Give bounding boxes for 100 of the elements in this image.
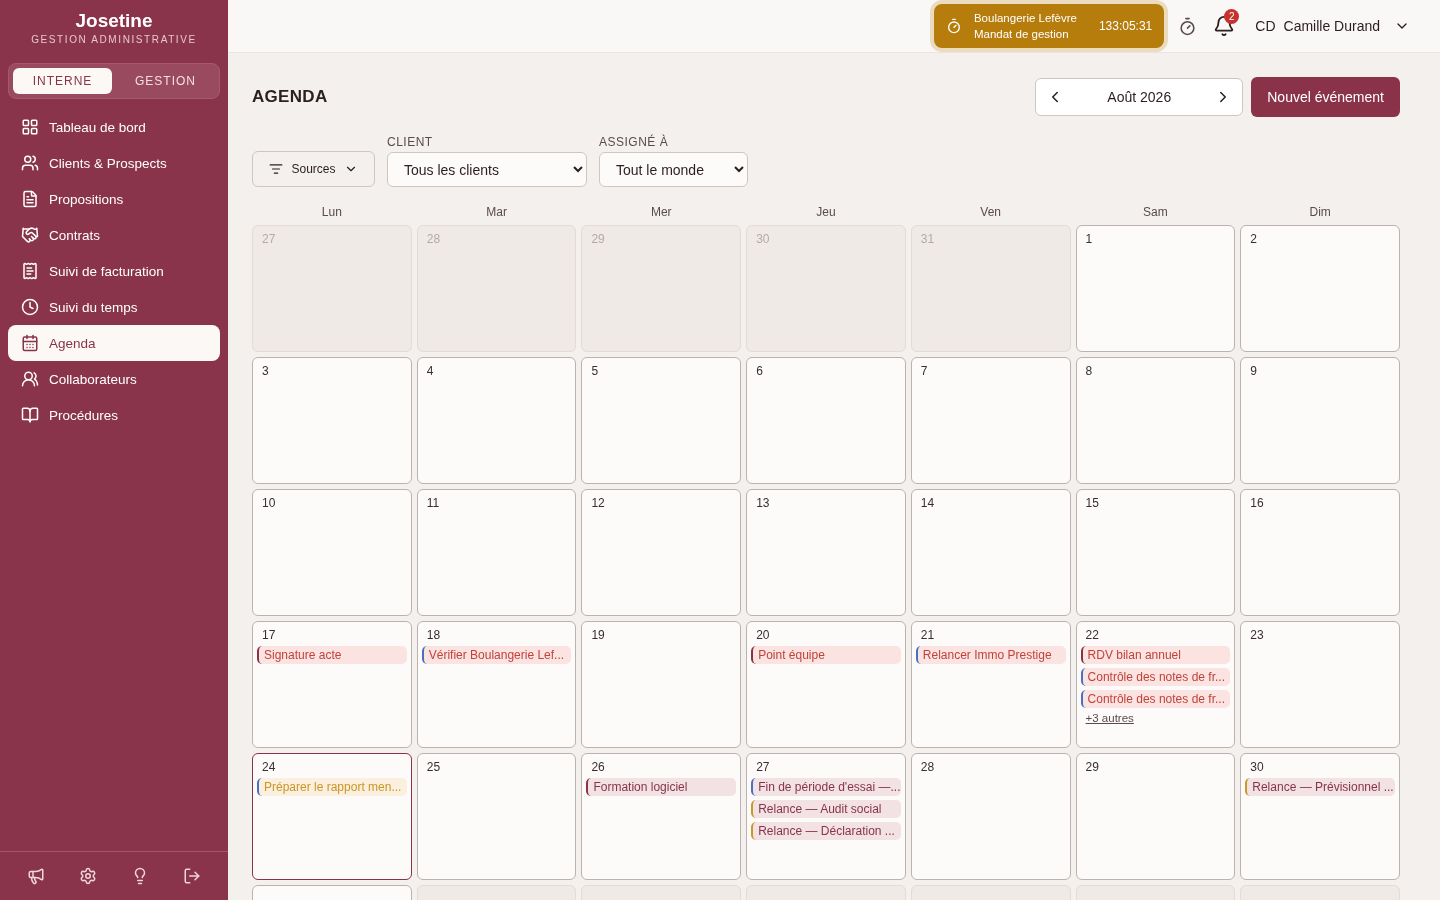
event-chip[interactable]: RDV bilan annuel [1080, 646, 1231, 664]
day-number: 26 [590, 760, 605, 774]
day-number: 5 [590, 364, 599, 378]
user-menu[interactable]: CD Camille Durand [1249, 17, 1416, 35]
day-cell[interactable]: 9 [1240, 357, 1400, 484]
day-cell[interactable]: 15 [1075, 489, 1236, 616]
day-number: 31 [919, 232, 935, 246]
event-chip[interactable]: Relance — Déclaration ... [751, 822, 901, 840]
day-number: 2 [1249, 232, 1257, 246]
nav-item[interactable]: Agenda [8, 325, 220, 361]
event-chip[interactable]: Fin de période d'essai —... [751, 778, 901, 796]
day-number: 21 [919, 628, 935, 642]
day-cell[interactable]: 19 [581, 621, 742, 748]
client-select[interactable]: Tous les clients [387, 152, 587, 187]
event-chip[interactable]: Vérifier Boulangerie Lef... [421, 646, 572, 664]
day-number: 14 [919, 496, 935, 510]
day-number: 16 [1249, 496, 1264, 510]
day-number: 7 [919, 364, 928, 378]
mode-tab[interactable]: INTERNE [13, 68, 112, 94]
day-cell[interactable]: 28 [910, 753, 1071, 880]
day-cell[interactable]: 6 [746, 357, 906, 484]
team-icon [21, 370, 39, 388]
weekday-label: Dim [1308, 205, 1332, 219]
weekday-label: Ven [979, 205, 1003, 219]
more-events-link[interactable]: +3 autres [1080, 712, 1134, 724]
document-icon [21, 190, 39, 208]
day-cell[interactable]: 24 Préparer le rapport men... [252, 753, 412, 880]
day-cell[interactable]: 2 [1240, 225, 1400, 352]
mode-tab[interactable]: GESTION [116, 68, 215, 94]
filter-icon [269, 162, 284, 176]
day-number: 17 [261, 628, 276, 642]
page-title: AGENDA [252, 87, 329, 107]
day-cell[interactable]: 23 [1240, 621, 1400, 748]
day-cell[interactable]: 4 [416, 357, 577, 484]
day-number: 11 [425, 496, 440, 510]
day-cell[interactable]: 25 [416, 753, 577, 880]
day-cell[interactable]: 8 [1075, 357, 1236, 484]
day-number: 28 [425, 232, 441, 246]
day-cell[interactable]: 7 [910, 357, 1071, 484]
day-cell[interactable]: 27 Fin de période d'essai —... Relance — Audit social Relance — Déclaration ... [746, 753, 906, 880]
day-cell[interactable]: 11 [416, 489, 577, 616]
day-number: 25 [425, 760, 441, 774]
nav-item[interactable]: Suivi du temps [8, 289, 220, 325]
day-cell[interactable]: 29 [1075, 753, 1236, 880]
day-number: 29 [590, 232, 605, 246]
day-number: 23 [1249, 628, 1264, 642]
event-chip[interactable]: Formation logiciel [586, 778, 737, 796]
day-number: 10 [261, 496, 276, 510]
day-cell[interactable]: 17 Signature acte [252, 621, 412, 748]
nav-item[interactable]: Collaborateurs [8, 361, 220, 397]
nav-item[interactable]: Clients & Prospects [8, 145, 220, 181]
day-number: 22 [1084, 628, 1099, 642]
day-cell[interactable]: 26 Formation logiciel [581, 753, 742, 880]
stopwatch-icon [945, 18, 962, 34]
nav-item[interactable]: Procédures [8, 397, 220, 433]
day-cell[interactable]: 5 [581, 357, 742, 484]
day-cell[interactable]: 1 [1075, 225, 1236, 352]
day-cell[interactable]: 13 [746, 489, 906, 616]
handshake-icon [21, 226, 39, 244]
day-cell[interactable]: 21 Relancer Immo Prestige [910, 621, 1071, 748]
day-cell[interactable]: 22 RDV bilan annuel Contrôle des notes de fr... Contrôle des notes de fr... +3 autres [1075, 621, 1236, 748]
day-cell[interactable]: 20 Point équipe [746, 621, 906, 748]
day-cell[interactable]: 30 Relance — Prévisionnel ... [1240, 753, 1400, 880]
day-cell[interactable]: 14 [910, 489, 1071, 616]
nav-item[interactable]: Contrats [8, 217, 220, 253]
event-chip[interactable]: Relancer Immo Prestige [915, 646, 1066, 664]
day-cell[interactable]: 16 [1240, 489, 1400, 616]
timer-mission: Mandat de gestion [973, 27, 1070, 42]
day-cell[interactable]: 3 [252, 357, 412, 484]
notification-count: 2 [1224, 9, 1240, 24]
new-event-button[interactable]: Nouvel événement [1251, 77, 1400, 117]
nav-item[interactable]: Suivi de facturation [8, 253, 220, 289]
dashboard-icon [21, 118, 39, 136]
day-number: 9 [1249, 364, 1257, 378]
event-chip[interactable]: Relance — Prévisionnel ... [1245, 778, 1395, 796]
clock-icon [21, 298, 39, 316]
event-chip[interactable]: Contrôle des notes de fr... [1080, 690, 1231, 708]
nav-item[interactable]: Tableau de bord [8, 109, 220, 145]
event-chip[interactable]: Signature acte [257, 646, 407, 664]
event-chip[interactable]: Relance — Audit social [751, 800, 901, 818]
timer-client: Boulangerie Lefèvre [973, 11, 1077, 26]
users-icon [21, 154, 39, 172]
event-chip[interactable]: Point équipe [751, 646, 901, 664]
day-number: 28 [919, 760, 935, 774]
day-number: 18 [425, 628, 441, 642]
book-icon [21, 406, 39, 424]
day-cell[interactable]: 10 [252, 489, 412, 616]
event-chip[interactable]: Contrôle des notes de fr... [1080, 668, 1231, 686]
day-number: 19 [590, 628, 605, 642]
brand-name: Josetine [74, 10, 154, 32]
assignee-select[interactable]: Tout le monde [599, 152, 748, 187]
day-number: 3 [261, 364, 269, 378]
day-number: 4 [425, 364, 434, 378]
day-cell[interactable]: 18 Vérifier Boulangerie Lef... [416, 621, 577, 748]
day-number: 27 [261, 232, 276, 246]
sources-button[interactable]: Sources [252, 151, 375, 187]
day-cell[interactable]: 12 [581, 489, 742, 616]
brand-subtitle: GESTION ADMINISTRATIVE [30, 34, 198, 45]
weekday-label: Sam [1142, 205, 1169, 219]
nav-item[interactable]: Propositions [8, 181, 220, 217]
